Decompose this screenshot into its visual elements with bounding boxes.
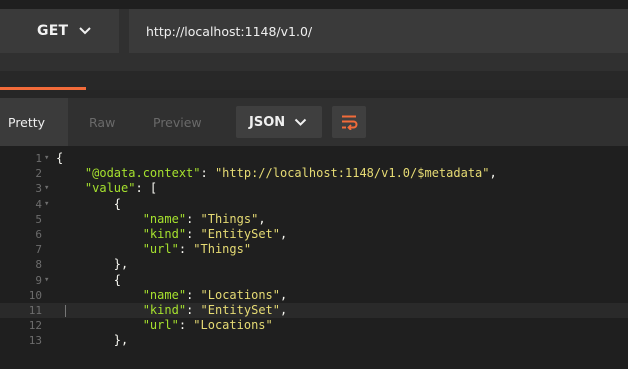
json-string: "EntitySet" — [200, 303, 280, 317]
code-text: "@odata.context": "http://localhost:1148… — [84, 166, 497, 181]
response-body-editor[interactable]: 1 ▾{2 "@odata.context": "http://localhost… — [0, 146, 628, 369]
json-key: "value" — [84, 181, 136, 196]
code-text: "name": "Things", — [142, 211, 266, 226]
json-key: "kind" — [142, 303, 187, 317]
line-number: 6 — [35, 228, 42, 241]
method-select[interactable]: GET — [0, 9, 119, 53]
line-number: 7 — [35, 243, 42, 257]
url-input[interactable]: http://localhost:1148/v1.0/ — [129, 9, 628, 53]
tab-preview[interactable]: Preview — [153, 98, 202, 146]
line-number: 3 — [35, 182, 42, 196]
code-line: 2 "@odata.context": "http://localhost:11… — [0, 166, 628, 181]
code-line: 7 "url": "Things" — [0, 242, 628, 257]
line-number: 10 — [28, 288, 42, 302]
window-top-strip — [0, 0, 628, 9]
json-string: "Things" — [193, 242, 252, 257]
json-string: "Locations" — [193, 318, 273, 333]
tab-raw[interactable]: Raw — [89, 98, 115, 146]
code-line: 8 }, — [0, 257, 628, 272]
line-number: 13 — [28, 334, 42, 348]
json-string: "Locations" — [200, 287, 280, 302]
line-number: 4 — [35, 197, 42, 211]
json-key: "url" — [142, 318, 179, 333]
code-line: 12 "url": "Locations" — [0, 318, 628, 333]
json-string: "Things" — [200, 211, 259, 226]
code-line: 9 ▾ { — [0, 273, 628, 288]
divider-band — [0, 90, 628, 98]
tab-label: Pretty — [8, 114, 46, 130]
code-line: 1 ▾ { — [0, 151, 628, 166]
json-key: "name" — [142, 211, 187, 226]
json-key: "kind" — [142, 227, 187, 241]
wrap-lines-icon — [342, 115, 358, 130]
response-toolbar: Pretty Raw Preview JSON — [0, 98, 628, 146]
code-line: 10 "name": "Locations", — [0, 288, 628, 303]
tab-label: Preview — [153, 114, 202, 130]
json-string: "http://localhost:1148/v1.0/$metadata" — [214, 166, 490, 181]
line-number: 12 — [28, 319, 42, 333]
code-text: { — [56, 151, 64, 165]
code-text: "kind": "EntitySet", — [142, 227, 288, 241]
json-key: "name" — [142, 287, 187, 302]
method-label: GET — [37, 23, 69, 39]
tab-label: Raw — [89, 114, 116, 130]
format-select[interactable]: JSON — [236, 106, 322, 138]
code-text: "url": "Locations" — [142, 318, 273, 333]
code-line: 6 "kind": "EntitySet", — [0, 227, 628, 242]
line-number: 9 — [35, 273, 42, 287]
fold-toggle-icon[interactable]: ▾ — [44, 273, 49, 288]
line-number: 5 — [35, 212, 42, 226]
code-text: "kind": "EntitySet", — [142, 303, 288, 317]
wrap-lines-button[interactable] — [332, 106, 366, 138]
code-text: "value": [ — [84, 181, 158, 196]
fold-toggle-icon[interactable]: ▾ — [44, 151, 49, 166]
code-line: 4 ▾ { — [0, 197, 628, 212]
chevron-down-icon — [294, 118, 307, 126]
tab-pretty[interactable]: Pretty — [0, 98, 68, 146]
json-key: "@odata.context" — [84, 166, 201, 181]
code-line: 5 "name": "Things", — [0, 212, 628, 227]
code-text: }, — [113, 333, 129, 348]
code-text: { — [113, 196, 122, 211]
code-text: { — [113, 272, 122, 287]
code-text: "url": "Things" — [142, 242, 252, 257]
fold-toggle-icon[interactable]: ▾ — [44, 197, 49, 212]
format-label: JSON — [249, 114, 286, 130]
code-line: 13 }, — [0, 333, 628, 348]
line-number: 11 — [28, 304, 42, 317]
line-number: 8 — [35, 258, 42, 272]
url-value: http://localhost:1148/v1.0/ — [146, 23, 313, 39]
code-text: }, — [113, 257, 129, 272]
code-line: 11 "kind": "EntitySet", — [0, 303, 628, 319]
chevron-down-icon — [79, 27, 91, 35]
json-key: "url" — [142, 242, 179, 257]
code-text: "name": "Locations", — [142, 287, 288, 302]
text-cursor — [65, 305, 66, 317]
json-string: "EntitySet" — [200, 227, 280, 241]
line-number: 1 — [35, 152, 42, 165]
line-number: 2 — [35, 167, 42, 181]
fold-toggle-icon[interactable]: ▾ — [44, 181, 49, 196]
code-line: 3 ▾ "value": [ — [0, 181, 628, 196]
